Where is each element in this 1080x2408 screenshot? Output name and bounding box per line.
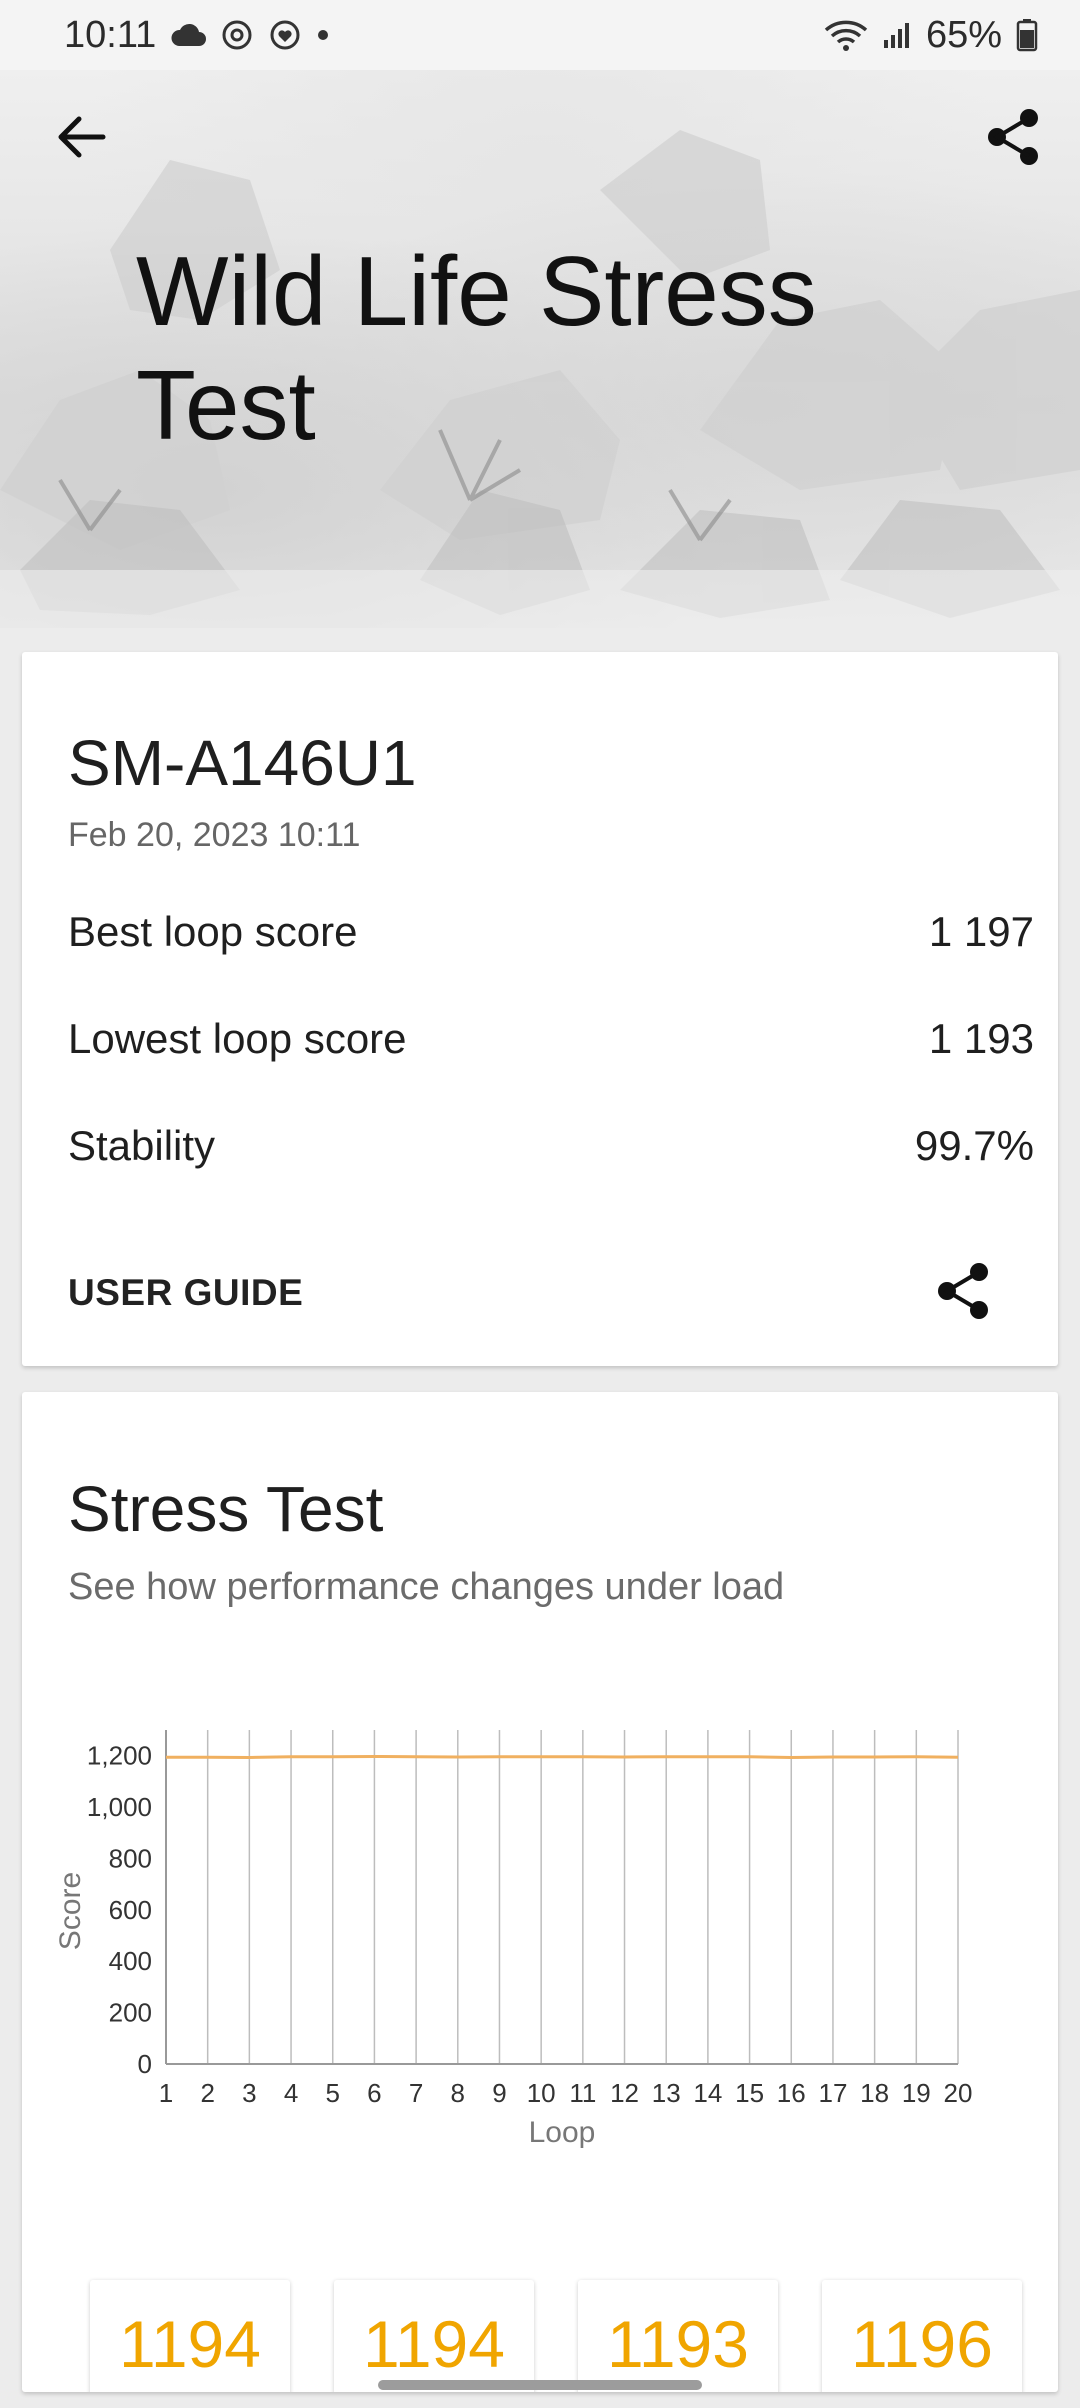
share-icon <box>988 109 1038 165</box>
chart-x-tick-label: 12 <box>610 2078 639 2108</box>
test-date: Feb 20, 2023 10:11 <box>68 816 361 854</box>
chart-y-tick-label: 600 <box>109 1895 152 1925</box>
chart-y-tick-label: 1,200 <box>87 1741 152 1771</box>
chart-x-tick-label: 20 <box>944 2078 973 2108</box>
score-tile[interactable]: 1194 <box>334 2280 534 2392</box>
chart-y-tick-label: 0 <box>138 2049 152 2079</box>
stress-test-chart: 02004006008001,0001,2001 2 3 4 5 6 7 8 9 10 11 12 13… <box>54 1730 973 2149</box>
chart-x-tick-label: 16 <box>777 2078 806 2108</box>
chart-y-tick-label: 400 <box>109 1946 152 1976</box>
user-guide-button[interactable]: USER GUIDE <box>68 1272 303 1314</box>
dot-icon <box>316 28 330 42</box>
share-icon <box>938 1263 988 1319</box>
heart-sync-icon <box>268 18 302 52</box>
result-card: SM-A146U1 Feb 20, 2023 10:11 Best loop s… <box>22 652 1058 1366</box>
chart-x-tick-label: 8 <box>451 2078 465 2108</box>
chart-x-tick-label: 2 <box>200 2078 214 2108</box>
home-indicator[interactable] <box>378 2380 702 2390</box>
chart-x-tick-label: 15 <box>735 2078 764 2108</box>
score-tile[interactable]: 1196 <box>822 2280 1022 2392</box>
result-share-button[interactable] <box>928 1256 998 1326</box>
chart-x-tick-label: 10 <box>527 2078 556 2108</box>
chart-x-tick-label: 19 <box>902 2078 931 2108</box>
chart-x-tick-label: 1 <box>159 2078 173 2108</box>
status-time: 10:11 <box>64 13 157 56</box>
stat-value: 1 197 <box>928 908 1034 955</box>
stress-test-subtitle: See how performance changes under load <box>68 1566 785 1608</box>
battery-percent: 65% <box>925 13 1002 56</box>
hero-header: Wild Life Stress Test <box>0 70 1080 628</box>
chart-x-tick-label: 3 <box>242 2078 256 2108</box>
chart-x-tick-label: 4 <box>284 2078 298 2108</box>
chart-x-tick-label: 13 <box>652 2078 681 2108</box>
stress-test-card: Stress Test See how performance changes … <box>22 1392 1058 2392</box>
chart-y-tick-label: 800 <box>109 1843 152 1873</box>
stat-label: Stability <box>68 1122 216 1169</box>
stat-row-lowest-loop: Lowest loop score 1 193 <box>68 1015 1034 1063</box>
cloud-icon <box>170 22 207 48</box>
chart-y-axis-title: Score <box>54 1872 87 1950</box>
chart-x-tick-label: 11 <box>569 2078 596 2108</box>
arrow-left-icon <box>58 116 106 158</box>
chart-y-tick-label: 1,000 <box>87 1792 152 1822</box>
stat-row-stability: Stability 99.7% <box>68 1122 1034 1170</box>
chart-x-axis-title: Loop <box>529 2116 596 2149</box>
stat-row-best-loop: Best loop score 1 197 <box>68 908 1034 956</box>
score-tile[interactable]: 1194 <box>90 2280 290 2392</box>
stat-value: 1 193 <box>928 1015 1034 1062</box>
page-title: Wild Life Stress Test <box>136 236 817 460</box>
chart-x-tick-label: 7 <box>409 2078 423 2108</box>
chart-x-tick-label: 9 <box>492 2078 506 2108</box>
chart-y-tick-label: 200 <box>109 1998 152 2028</box>
device-name: SM-A146U1 <box>68 727 417 799</box>
chart-series-line <box>166 1754 959 1759</box>
chart-x-tick-label: 14 <box>693 2078 722 2108</box>
back-button[interactable] <box>46 102 116 172</box>
chart-x-tick-label: 17 <box>818 2078 847 2108</box>
share-button[interactable] <box>978 102 1048 172</box>
score-tiles: 1194 1194 1193 1196 <box>90 2280 1040 2392</box>
score-tile[interactable]: 1193 <box>578 2280 778 2392</box>
wifi-icon <box>824 18 868 52</box>
status-bar: 10:11 65% <box>0 0 1080 70</box>
sync-icon <box>220 18 254 52</box>
stat-value: 99.7% <box>914 1122 1034 1169</box>
signal-icon <box>882 20 912 50</box>
chart-x-tick-label: 5 <box>326 2078 340 2108</box>
chart-x-tick-label: 18 <box>860 2078 889 2108</box>
stress-test-title: Stress Test <box>68 1473 384 1545</box>
stat-label: Lowest loop score <box>68 1015 407 1062</box>
battery-icon <box>1016 18 1038 52</box>
stat-label: Best loop score <box>68 908 358 955</box>
chart-x-tick-label: 6 <box>367 2078 381 2108</box>
